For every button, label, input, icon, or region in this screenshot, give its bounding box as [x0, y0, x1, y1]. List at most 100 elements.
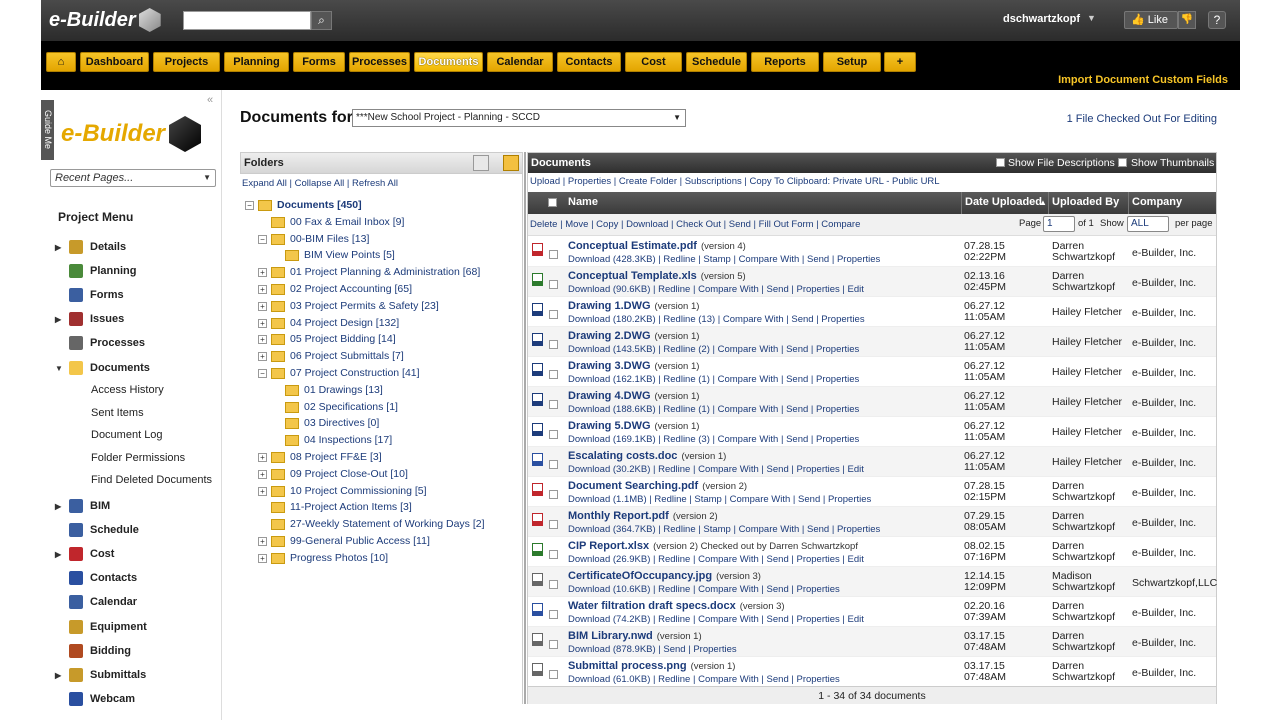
image-icon[interactable]	[532, 573, 543, 586]
expand-icon[interactable]: +	[258, 553, 267, 563]
global-search-input[interactable]	[183, 11, 311, 30]
file-actions[interactable]: Download (180.2KB) | Redline (13) | Comp…	[568, 314, 865, 325]
expand-icon[interactable]: +	[258, 537, 267, 546]
file-actions[interactable]: Download (1.1MB) | Redline | Stamp | Com…	[568, 494, 871, 505]
chevron-down-icon[interactable]: ▼	[55, 364, 63, 373]
help-button[interactable]: ?	[1208, 11, 1226, 29]
pdf-icon[interactable]	[532, 513, 543, 526]
file-name[interactable]: CertificateOfOccupancy.jpg	[568, 570, 712, 582]
tab-projects[interactable]: Projects	[153, 52, 220, 72]
file-actions[interactable]: Download (30.2KB) | Redline | Compare Wi…	[568, 464, 864, 475]
chevron-right-icon[interactable]: ▶	[55, 315, 61, 324]
table-row[interactable]: CertificateOfOccupancy.jpg (version 3) Dow…	[528, 567, 1217, 597]
dwg-icon[interactable]	[532, 303, 543, 316]
expand-icon[interactable]: +	[258, 268, 267, 278]
expand-icon[interactable]: +	[258, 469, 267, 479]
file-name-link[interactable]: Conceptual Template.xls (version 5)	[568, 270, 746, 282]
checked-out-icon[interactable]	[532, 543, 543, 556]
row-checkbox[interactable]	[549, 430, 558, 439]
collapse-icon[interactable]: −	[245, 201, 254, 210]
word-icon[interactable]	[532, 453, 543, 466]
tab-cost[interactable]: Cost	[625, 52, 682, 72]
expand-icon[interactable]: +	[258, 352, 267, 362]
tab-calendar[interactable]: Calendar	[487, 52, 553, 72]
dwg-icon[interactable]	[532, 393, 543, 406]
tab-forms[interactable]: Forms	[293, 52, 345, 72]
expand-icon[interactable]: +	[258, 318, 267, 328]
file-name-link[interactable]: Drawing 3.DWG (version 1)	[568, 360, 699, 372]
submenu-find-deleted-documents[interactable]: Find Deleted Documents	[91, 474, 212, 486]
table-row[interactable]: Conceptual Template.xls (version 5) Downlo…	[528, 267, 1216, 297]
row-checkbox[interactable]	[549, 280, 558, 289]
import-custom-fields-link[interactable]: Import Document Custom Fields	[1058, 74, 1228, 86]
table-row[interactable]: Conceptual Estimate.pdf (version 4) Downlo…	[528, 237, 1216, 267]
row-checkbox[interactable]	[549, 520, 558, 529]
file-name[interactable]: Drawing 4.DWG	[568, 390, 651, 402]
file-name[interactable]: Conceptual Estimate.pdf	[568, 240, 697, 252]
file-name-link[interactable]: Conceptual Estimate.pdf (version 4)	[568, 240, 746, 252]
dislike-button[interactable]: 👎	[1178, 11, 1196, 29]
file-name[interactable]: Monthly Report.pdf	[568, 510, 669, 522]
row-checkbox[interactable]	[549, 550, 558, 559]
expand-all-link[interactable]: Expand All	[242, 178, 287, 189]
app-logo[interactable]: e-Builder	[49, 5, 161, 35]
file-name[interactable]: Drawing 2.DWG	[568, 330, 651, 342]
file-name-link[interactable]: Document Searching.pdf (version 2)	[568, 480, 747, 492]
table-row[interactable]: Drawing 1.DWG (version 1) Download (180.2K…	[528, 297, 1216, 327]
column-uploaded-by[interactable]: Uploaded By	[1052, 196, 1119, 208]
table-row[interactable]: Escalating costs.doc (version 1) Download …	[528, 447, 1216, 477]
tab-contacts[interactable]: Contacts	[557, 52, 621, 72]
like-button[interactable]: 👍 Like	[1124, 11, 1178, 29]
select-all-checkbox[interactable]	[548, 198, 557, 207]
checked-out-link[interactable]: 1 File Checked Out For Editing	[1067, 113, 1217, 125]
column-name[interactable]: Name	[568, 196, 598, 208]
recent-pages-select[interactable]: Recent Pages... ▼	[50, 169, 216, 187]
file-name-link[interactable]: Escalating costs.doc (version 1)	[568, 450, 726, 462]
documents-toolbar-links[interactable]: Upload | Properties | Create Folder | Su…	[530, 176, 940, 187]
file-name-link[interactable]: Drawing 4.DWG (version 1)	[568, 390, 699, 402]
file-name-link[interactable]: BIM Library.nwd (version 1)	[568, 630, 702, 642]
chevron-right-icon[interactable]: ▶	[55, 502, 61, 511]
row-checkbox[interactable]	[549, 340, 558, 349]
row-checkbox[interactable]	[549, 640, 558, 649]
file-actions[interactable]: Download (90.6KB) | Redline | Compare Wi…	[568, 284, 864, 295]
file-actions[interactable]: Download (10.6KB) | Redline | Compare Wi…	[568, 584, 840, 595]
tab-schedule[interactable]: Schedule	[686, 52, 747, 72]
file-name[interactable]: Drawing 5.DWG	[568, 420, 651, 432]
table-row[interactable]: Monthly Report.pdf (version 2) Download (3…	[528, 507, 1216, 537]
file-actions[interactable]: Download (162.1KB) | Redline (1) | Compa…	[568, 374, 859, 385]
file-actions[interactable]: Download (428.3KB) | Redline | Stamp | C…	[568, 254, 880, 265]
folder-view-icon[interactable]	[503, 155, 519, 171]
file-actions[interactable]: Download (143.5KB) | Redline (2) | Compa…	[568, 344, 859, 355]
file-actions[interactable]: Download (61.0KB) | Redline | Compare Wi…	[568, 674, 840, 685]
table-row[interactable]: Document Searching.pdf (version 2) Downloa…	[528, 477, 1216, 507]
expand-icon[interactable]: +	[258, 335, 267, 345]
file-actions[interactable]: Download (364.7KB) | Redline | Stamp | C…	[568, 524, 880, 535]
user-menu[interactable]: dschwartzkopf	[1003, 13, 1080, 25]
row-checkbox[interactable]	[549, 250, 558, 259]
file-name[interactable]: Drawing 1.DWG	[568, 300, 651, 312]
tab-setup[interactable]: Setup	[823, 52, 881, 72]
word-icon[interactable]	[532, 603, 543, 616]
tab-dashboard[interactable]: Dashboard	[80, 52, 149, 72]
tree-view-icon[interactable]	[473, 155, 489, 171]
table-row[interactable]: Drawing 5.DWG (version 1) Download (169.1K…	[528, 417, 1216, 447]
file-actions[interactable]: Download (878.9KB) | Send | Properties	[568, 644, 737, 655]
file-name-link[interactable]: Submittal process.png (version 1)	[568, 660, 735, 672]
submenu-sent-items[interactable]: Sent Items	[91, 407, 144, 419]
collapse-icon[interactable]: −	[258, 234, 267, 244]
row-checkbox[interactable]	[549, 580, 558, 589]
submenu-folder-permissions[interactable]: Folder Permissions	[91, 452, 185, 464]
file-actions[interactable]: Download (74.2KB) | Redline | Compare Wi…	[568, 614, 864, 625]
expand-icon[interactable]: +	[258, 486, 267, 496]
collapse-sidebar-icon[interactable]: «	[207, 94, 213, 106]
expand-icon[interactable]: +	[258, 453, 267, 462]
table-row[interactable]: CIP Report.xlsx (version 2) Checked out b…	[528, 537, 1216, 567]
chevron-down-icon[interactable]: ▼	[1087, 13, 1096, 23]
panel-splitter[interactable]	[524, 152, 526, 704]
chevron-right-icon[interactable]: ▶	[55, 243, 61, 252]
dwg-icon[interactable]	[532, 423, 543, 436]
pdf-icon[interactable]	[532, 483, 543, 496]
file-name-link[interactable]: Drawing 1.DWG (version 1)	[568, 300, 699, 312]
table-row[interactable]: Drawing 3.DWG (version 1) Download (162.1K…	[528, 357, 1216, 387]
